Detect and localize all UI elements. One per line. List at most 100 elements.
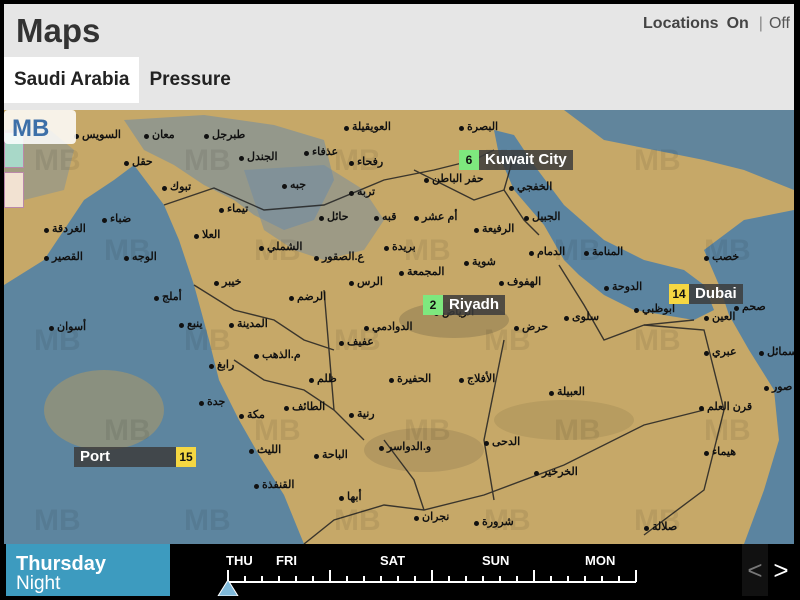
city-dot	[254, 484, 259, 489]
svg-text:MB: MB	[184, 504, 231, 537]
city-dot	[484, 441, 489, 446]
city-label: الشملي	[267, 241, 303, 253]
city-dot	[384, 246, 389, 251]
city-label: المنامة	[592, 246, 624, 258]
marker-port[interactable]: 15 Port	[74, 447, 196, 467]
city-dot	[304, 151, 309, 156]
marker-value: 6	[459, 150, 479, 170]
city-dot	[534, 471, 539, 476]
locations-off-button[interactable]: Off	[769, 15, 790, 33]
city-label: الجندل	[247, 151, 278, 163]
city-label: الغردقة	[52, 223, 86, 235]
city-dot	[199, 401, 204, 406]
city-label: العبيلة	[557, 386, 585, 398]
prev-button[interactable]: <	[742, 544, 768, 596]
city-dot	[389, 378, 394, 383]
city-label: العويقيلة	[352, 121, 391, 133]
city-label: الجبيل	[532, 211, 561, 223]
locations-label: Locations	[643, 15, 719, 32]
city-label: صلالة	[652, 521, 678, 533]
weather-map[interactable]: MB MB MB MB MB MB MB MB MB MB MB MB MB MB MB MB MB MB M…	[4, 110, 794, 544]
city-label: العين	[712, 311, 736, 323]
city-label: المدينة	[237, 318, 268, 330]
city-label: الرفيعة	[482, 223, 515, 235]
city-label: قبه	[382, 211, 397, 223]
tab-saudi-arabia[interactable]: Saudi Arabia	[4, 57, 140, 103]
svg-text:MB: MB	[34, 504, 81, 537]
city-dot	[564, 316, 569, 321]
marker-riyadh[interactable]: 2 Riyadh	[423, 295, 506, 315]
svg-text:MB: MB	[704, 414, 751, 447]
next-button[interactable]: >	[768, 544, 794, 596]
city-dot	[374, 216, 379, 221]
city-dot	[474, 521, 479, 526]
city-dot	[349, 413, 354, 418]
locations-on-button[interactable]: On	[727, 15, 749, 33]
city-label: جدة	[207, 396, 226, 408]
city-dot	[162, 186, 167, 191]
city-label: الطائف	[292, 401, 326, 413]
tab-bar: Saudi Arabia Pressure	[4, 57, 794, 103]
city-dot	[179, 323, 184, 328]
city-dot	[349, 281, 354, 286]
city-label: الدمام	[537, 246, 566, 258]
marker-label: Port	[74, 447, 176, 467]
city-label: حائل	[327, 211, 349, 223]
city-label: القنفذة	[262, 479, 295, 491]
city-dot	[144, 134, 149, 139]
city-dot	[464, 261, 469, 266]
city-dot	[344, 126, 349, 131]
city-label: خصب	[712, 251, 740, 263]
svg-text:MB: MB	[634, 144, 681, 177]
city-label: الحفيرة	[397, 373, 432, 385]
city-dot	[259, 246, 264, 251]
city-dot	[194, 234, 199, 239]
logo-text: MB	[12, 115, 49, 142]
page-title: Maps	[16, 12, 101, 49]
city-label: سلوى	[572, 311, 600, 323]
timeline-bar: Thursday Night THU FRI SAT SUN MON < >	[4, 544, 794, 596]
city-dot	[319, 216, 324, 221]
map-control-lower[interactable]	[4, 172, 24, 208]
city-label: جبه	[290, 179, 307, 191]
city-label: الدوحة	[612, 281, 643, 293]
city-label: أملج	[162, 291, 182, 303]
city-label: صور	[772, 381, 793, 393]
city-dot	[249, 449, 254, 454]
city-label: القصير	[52, 251, 83, 263]
city-dot	[289, 296, 294, 301]
tab-pressure[interactable]: Pressure	[139, 57, 240, 103]
timeline-scrubber[interactable]: THU FRI SAT SUN MON	[172, 544, 742, 596]
city-dot	[214, 281, 219, 286]
city-label: ضباء	[110, 213, 132, 225]
city-label: بريدة	[392, 241, 416, 253]
marker-dubai[interactable]: 14 Dubai	[669, 284, 743, 304]
city-label: أم عشر	[422, 211, 458, 223]
city-label: أبها	[347, 491, 362, 503]
city-dot	[284, 406, 289, 411]
city-dot	[204, 134, 209, 139]
marker-value: 14	[669, 284, 689, 304]
city-label: الهفوف	[507, 276, 542, 288]
city-dot	[424, 178, 429, 183]
city-label: خيبر	[222, 276, 242, 288]
marker-label: Dubai	[689, 284, 743, 304]
locations-separator: |	[758, 15, 763, 32]
city-label: الرضم	[297, 291, 327, 303]
city-label: رنية	[357, 408, 375, 420]
city-label: شوية	[472, 256, 496, 268]
city-label: شرورة	[482, 516, 514, 528]
city-dot	[704, 256, 709, 261]
marker-value: 15	[176, 447, 196, 467]
city-dot	[399, 271, 404, 276]
city-dot	[314, 256, 319, 261]
city-label: عبري	[712, 346, 737, 358]
city-dot	[474, 228, 479, 233]
city-dot	[44, 228, 49, 233]
city-label: حفر الباطن	[432, 173, 484, 185]
city-label: العلا	[202, 229, 221, 241]
city-dot	[699, 406, 704, 411]
marker-kuwait-city[interactable]: 6 Kuwait City	[459, 150, 573, 170]
city-dot	[524, 216, 529, 221]
city-dot	[124, 161, 129, 166]
